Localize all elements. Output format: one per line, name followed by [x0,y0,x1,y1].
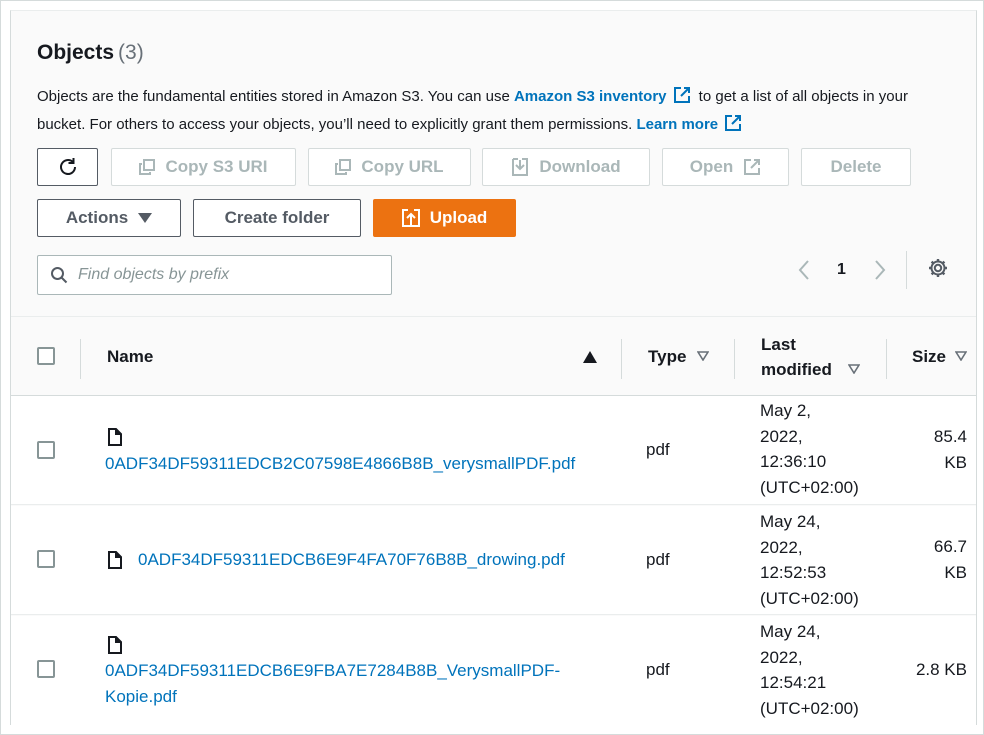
object-last-modified: May 24, 2022, 12:54:21 (UTC+02:00) [760,622,859,718]
sort-icon[interactable] [955,351,967,361]
object-name-link[interactable]: 0ADF34DF59311EDCB6E9F4FA70F76B8B_drowing… [138,547,565,573]
external-link-icon[interactable] [673,86,691,104]
delete-label: Delete [830,157,882,176]
open-button[interactable]: Open [662,148,789,186]
sort-icon[interactable] [697,351,709,361]
column-divider [80,339,81,379]
column-header-size[interactable]: Size [912,344,946,369]
search-input[interactable] [78,266,358,284]
select-all-checkbox[interactable] [37,347,55,365]
table-row[interactable]: 0ADF34DF59311EDCB2C07598E4866B8B_verysma… [11,396,976,505]
file-icon [108,428,122,446]
last-modified-line1: Last [761,335,796,354]
refresh-icon [59,158,76,175]
actions-label: Actions [65,208,129,227]
object-last-modified: May 24, 2022, 12:52:53 (UTC+02:00) [760,512,859,608]
page-title: Objects (3) [37,41,144,65]
file-icon [108,636,122,654]
column-header-last-modified[interactable]: Last modified [761,332,832,382]
title-text: Objects [37,41,115,64]
column-divider [886,339,887,379]
objects-description: Objects are the fundamental entities sto… [37,83,937,139]
row-checkbox[interactable] [37,550,55,568]
copy-icon [139,159,156,175]
object-last-modified: May 2, 2022, 12:36:10 (UTC+02:00) [760,401,859,497]
copy-s3-uri-button[interactable]: Copy S3 URI [111,148,296,186]
object-type: pdf [646,550,670,569]
caret-down-icon [138,213,153,223]
sort-ascending-icon[interactable] [583,351,597,363]
search-icon [51,267,68,284]
row-checkbox[interactable] [37,660,55,678]
previous-page-icon[interactable] [797,259,811,281]
sort-icon[interactable] [848,364,860,374]
description-text-1: Objects are the fundamental entities sto… [37,88,514,105]
download-button[interactable]: Download [482,148,650,186]
object-count: (3) [118,41,144,64]
last-modified-line2: modified [761,360,832,379]
refresh-button[interactable] [37,148,98,186]
column-divider [621,339,622,379]
column-divider [734,339,735,379]
objects-panel: Objects (3) Objects are the fundamental e… [10,10,977,725]
delete-button[interactable]: Delete [801,148,911,186]
external-link-icon [744,159,761,175]
create-folder-label: Create folder [224,208,330,227]
next-page-icon[interactable] [873,259,887,281]
object-type: pdf [646,440,670,459]
object-size: 2.8 KB [915,660,967,679]
inventory-link[interactable]: Amazon S3 inventory [514,88,667,105]
object-size: 66.7 KB [933,537,967,582]
object-type: pdf [646,660,670,679]
upload-icon [401,209,420,227]
download-icon [512,158,529,176]
download-label: Download [539,157,621,176]
upload-label: Upload [429,208,488,227]
open-label: Open [689,157,734,176]
table-header: Name Type Last modified Size [11,316,976,396]
search-box[interactable] [37,255,392,295]
file-icon [108,551,122,569]
object-size: 85.4 KB [933,427,967,472]
table-row[interactable]: 0ADF34DF59311EDCB6E9F4FA70F76B8B_drowing… [11,506,976,615]
object-name-link[interactable]: 0ADF34DF59311EDCB2C07598E4866B8B_verysma… [105,451,575,477]
copy-url-label: Copy URL [361,157,444,176]
create-folder-button[interactable]: Create folder [193,199,361,237]
row-checkbox[interactable] [37,441,55,459]
copy-s3-uri-label: Copy S3 URI [165,157,268,176]
object-name-link[interactable]: 0ADF34DF59311EDCB6E9FBA7E7284B8B_Verysma… [105,658,560,709]
table-row[interactable]: 0ADF34DF59311EDCB6E9FBA7E7284B8B_Verysma… [11,616,976,725]
column-header-name[interactable]: Name [107,344,153,369]
external-link-icon[interactable] [724,114,742,132]
copy-url-button[interactable]: Copy URL [308,148,471,186]
upload-button[interactable]: Upload [373,199,516,237]
actions-dropdown[interactable]: Actions [37,199,181,237]
current-page[interactable]: 1 [837,261,846,279]
settings-gear-icon[interactable] [927,257,949,279]
copy-icon [335,159,352,175]
column-header-type[interactable]: Type [648,344,686,369]
learn-more-link[interactable]: Learn more [636,116,718,133]
pager-divider [906,251,907,289]
